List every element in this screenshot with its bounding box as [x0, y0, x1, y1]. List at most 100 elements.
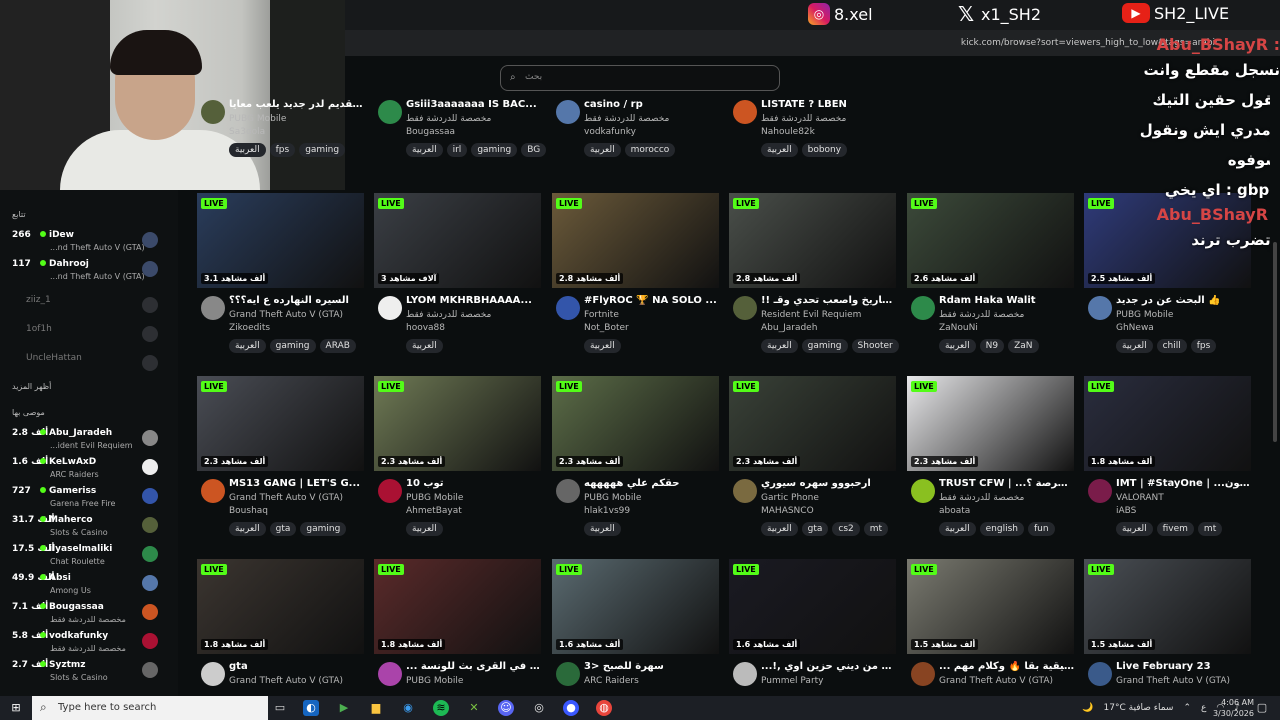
stream-thumbnail[interactable]: LIVE 3 آلاف مشاهد — [374, 193, 541, 288]
stream-thumbnail[interactable]: LIVE 1.8 ألف مشاهد — [197, 559, 364, 654]
stream-category[interactable]: PUBG Mobile — [406, 676, 463, 686]
streamer-avatar[interactable] — [201, 662, 225, 686]
stream-title[interactable]: gta — [229, 661, 364, 672]
tag-chip[interactable]: gta — [269, 522, 297, 536]
tag-chip[interactable]: irl — [446, 143, 468, 157]
stream-category[interactable]: PUBG Mobile — [406, 493, 463, 503]
streamer-avatar[interactable] — [911, 296, 935, 320]
copilot-icon[interactable]: ◐ — [303, 700, 319, 716]
streamer-avatar[interactable] — [556, 100, 580, 124]
tag-chip[interactable]: BG — [521, 143, 547, 157]
streamer-name[interactable]: ZaNouNi — [939, 323, 978, 333]
stream-card[interactable]: LIVE 2.3 ألف مشاهد ارحبووو سهره سيوري Garti… — [729, 376, 896, 556]
stream-thumbnail[interactable]: LIVE 3.1 ألف مشاهد — [197, 193, 364, 288]
tag-chip[interactable]: fivem — [1156, 522, 1194, 536]
tag-chip[interactable]: العربية — [761, 143, 798, 157]
stream-title[interactable]: IMT | #StayOne | ...ليفالون — [1116, 478, 1251, 489]
stream-card[interactable]: LIVE 2.3 ألف مشاهد MS13 GANG | LET'S G... G… — [197, 376, 364, 556]
stream-category[interactable]: PUBG Mobile — [584, 493, 641, 503]
stream-card[interactable]: LISTATE ? LBEN مخصصة للدردشة فقط Nahoule82… — [729, 92, 896, 177]
tag-chip[interactable]: العربية — [229, 339, 266, 353]
stream-card[interactable]: LIVE 1.8 ألف مشاهد ... و نضحك في القرى بث … — [374, 559, 541, 698]
tag-chip[interactable]: العربية — [584, 522, 621, 536]
tag-chip[interactable]: ZaN — [1008, 339, 1039, 353]
stream-thumbnail[interactable]: LIVE 2.8 ألف مشاهد — [552, 193, 719, 288]
stream-category[interactable]: Grand Theft Auto V (GTA) — [939, 676, 1053, 686]
streamer-name[interactable]: MAHASNCO — [761, 506, 814, 516]
sidebar-channel[interactable]: 7.1 ألفBougassaaمخصصة للدردشة فقط — [0, 600, 178, 629]
stream-category[interactable]: Grand Theft Auto V (GTA) — [1116, 676, 1230, 686]
sidebar-channel[interactable]: 31.7 ألف Maherco Slots & Casino — [0, 513, 178, 542]
streamer-avatar[interactable] — [1088, 479, 1112, 503]
tag-chip[interactable]: gaming — [269, 339, 316, 353]
stream-category[interactable]: مخصصة للدردشة فقط — [406, 310, 491, 320]
stream-thumbnail[interactable]: LIVE 2.3 ألف مشاهد — [552, 376, 719, 471]
stream-card[interactable]: casino / rp مخصصة للدردشة فقط vodkafunky ال… — [552, 92, 719, 177]
tag-chip[interactable]: fun — [1027, 522, 1055, 536]
stream-card[interactable]: LIVE 1.8 ألف مشاهد gta Grand Theft Auto V (… — [197, 559, 364, 698]
stream-title[interactable]: LYOM MKHRBHAAAA... — [406, 295, 541, 306]
stream-thumbnail[interactable]: LIVE 1.6 ألف مشاهد — [552, 559, 719, 654]
streamer-name[interactable]: GhNewa — [1116, 323, 1154, 333]
streamer-avatar[interactable] — [378, 479, 402, 503]
tag-chip[interactable]: gta — [801, 522, 829, 536]
chevron-up-icon[interactable]: ⌃ — [1183, 703, 1191, 713]
stream-title[interactable]: ...!, والحلال من ديني حزين اوي — [761, 661, 896, 672]
stream-thumbnail[interactable]: LIVE 2.3 ألف مشاهد — [197, 376, 364, 471]
sidebar-offline-channel[interactable]: 1of1h — [0, 322, 178, 351]
sidebar-channel[interactable]: 266 iDew ...nd Theft Auto V (GTA) — [0, 228, 178, 257]
streamer-name[interactable]: aboata — [939, 506, 970, 516]
streamer-name[interactable]: Sa3dola — [229, 127, 265, 137]
streamer-name[interactable]: AhmetBayat — [406, 506, 462, 516]
tag-chip[interactable]: N9 — [979, 339, 1005, 353]
stream-category[interactable]: مخصصة للدردشة فقط — [406, 114, 491, 124]
stream-card[interactable]: Gsiii3aaaaaaa IS BAC... مخصصة للدردشة فقط… — [374, 92, 547, 177]
sidebar-offline-channel[interactable]: UncleHattan — [0, 351, 178, 380]
stream-title[interactable]: ... العودة الحقيقية بقا 🔥 وكلام مهم — [939, 661, 1074, 672]
sidebar-channel[interactable]: 2.8 ألفAbu_Jaradeh...ident Evil Requiem — [0, 426, 178, 455]
tag-chip[interactable]: العربية — [229, 143, 266, 157]
stream-title[interactable]: MS13 GANG | LET'S G... — [229, 478, 364, 489]
streamer-name[interactable]: vodkafunky — [584, 127, 636, 137]
stream-thumbnail[interactable]: LIVE 2.3 ألف مشاهد — [729, 376, 896, 471]
stream-category[interactable]: Gartic Phone — [761, 493, 819, 503]
streamer-avatar[interactable] — [911, 479, 935, 503]
search-input[interactable]: ⌕ بحث — [500, 65, 780, 91]
sidebar-channel[interactable]: 117 Dahrooj ...nd Theft Auto V (GTA) — [0, 257, 178, 286]
chrome-icon[interactable]: ◍ — [596, 700, 612, 716]
streamer-avatar[interactable] — [201, 479, 225, 503]
tag-chip[interactable]: العربية — [1116, 339, 1153, 353]
tag-chip[interactable]: Shooter — [851, 339, 899, 353]
stream-title[interactable]: البحث عن در جديد 👍 — [1116, 295, 1251, 306]
windows-start-icon[interactable]: ⊞ — [8, 700, 24, 716]
stream-card[interactable]: LIVE 3 آلاف مشاهد LYOM MKHRBHAAAA... مخصصة … — [374, 193, 541, 373]
sidebar-channel[interactable]: 5.8 ألفvodkafunkyمخصصة للدردشة فقط — [0, 629, 178, 658]
stream-category[interactable]: Grand Theft Auto V (GTA) — [229, 676, 343, 686]
play-icon[interactable]: ▶ — [336, 700, 352, 716]
sidebar-offline-channel[interactable]: ziiz_1 — [0, 293, 178, 322]
streamer-avatar[interactable] — [733, 662, 757, 686]
streamer-name[interactable]: Zikoedits — [229, 323, 270, 333]
sidebar-channel[interactable]: 1.6 ألفKeLwAxDARC Raiders — [0, 455, 178, 484]
stream-card[interactable]: LIVE 1.5 ألف مشاهد Live February 23 Grand T… — [1084, 559, 1251, 698]
streamer-name[interactable]: iABS — [1116, 506, 1136, 516]
tag-chip[interactable]: gaming — [300, 522, 347, 536]
stream-card[interactable]: LIVE 2.3 ألف مشاهد TRUST CFW | ...ن فرصة ؟… — [907, 376, 1074, 556]
stream-title[interactable]: LISTATE ? LBEN — [761, 99, 896, 110]
language-indicator[interactable]: ع — [1201, 703, 1206, 713]
streamer-name[interactable]: Abu_Jaradeh — [761, 323, 817, 333]
xbox-icon[interactable]: ✕ — [466, 700, 482, 716]
stream-category[interactable]: PUBG Mobile — [229, 114, 286, 124]
stream-title[interactable]: Live February 23 — [1116, 661, 1251, 672]
sidebar-channel[interactable]: 49.9 ألف Absi Among Us — [0, 571, 178, 600]
stream-thumbnail[interactable]: LIVE 2.8 ألف مشاهد — [729, 193, 896, 288]
discord-icon[interactable]: ☺ — [498, 700, 514, 716]
streamer-avatar[interactable] — [911, 662, 935, 686]
tag-chip[interactable]: gaming — [471, 143, 518, 157]
stream-category[interactable]: مخصصة للدردشة فقط — [584, 114, 669, 124]
stream-thumbnail[interactable]: LIVE 2.3 ألف مشاهد — [374, 376, 541, 471]
stream-thumbnail[interactable]: LIVE 1.8 ألف مشاهد — [1084, 376, 1251, 471]
stream-title[interactable]: TRUST CFW | ...ن فرصة ؟ — [939, 478, 1074, 489]
tag-chip[interactable]: bobony — [801, 143, 848, 157]
stream-title[interactable]: فتح التقديم لدر جديد يلعب معايا !! — [229, 99, 364, 110]
